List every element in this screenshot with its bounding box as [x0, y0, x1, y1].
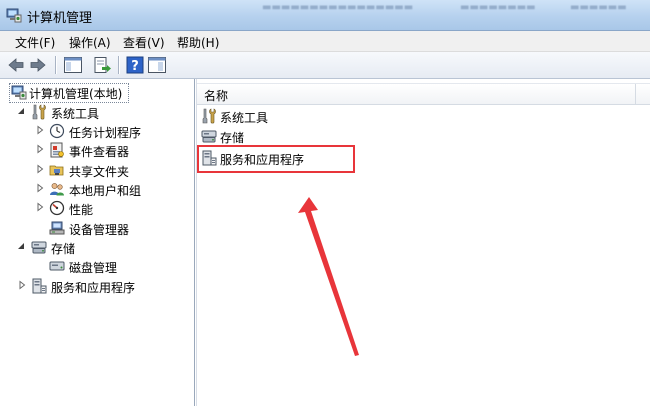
computer-management-icon — [11, 85, 27, 100]
help-icon[interactable]: ? — [125, 55, 145, 75]
tree-label: 系统工具 — [51, 107, 100, 121]
list-item-label: 存储 — [220, 131, 245, 145]
tree-node-disk-management[interactable]: 磁盘管理 — [0, 257, 190, 276]
expand-triangle-icon[interactable] — [35, 164, 45, 174]
event-viewer-icon — [50, 142, 64, 158]
title-bar[interactable]: 计算机管理 ▬▬▬▬▬▬▬▬▬▬▬▬▬▬▬▬ ▬▬▬▬▬▬▬▬ ▬▬▬▬▬▬ — [0, 0, 650, 31]
users-icon — [50, 183, 64, 196]
tree-label: 存储 — [51, 242, 76, 256]
window-title: 计算机管理 — [27, 11, 93, 26]
tree-node-task-scheduler[interactable]: 任务计划程序 — [0, 122, 190, 141]
collapse-triangle-icon[interactable] — [16, 241, 26, 251]
menu-action[interactable]: 操作(A) — [67, 33, 113, 52]
toolbar-separator — [55, 56, 57, 74]
device-manager-icon — [49, 221, 65, 235]
disk-management-icon — [49, 261, 65, 271]
tree-node-root[interactable]: 计算机管理(本地) — [0, 83, 190, 102]
tree-label: 磁盘管理 — [69, 261, 118, 275]
background-blur: ▬▬▬▬▬▬▬▬▬▬▬▬▬▬▬▬ — [262, 2, 414, 13]
tools-icon — [202, 108, 216, 124]
collapse-triangle-icon[interactable] — [16, 106, 26, 116]
toolbar: ? — [0, 52, 650, 79]
tree-node-local-users[interactable]: 本地用户和组 — [0, 180, 190, 199]
column-header-name[interactable]: 名称 — [204, 87, 228, 104]
storage-icon — [31, 241, 47, 254]
back-arrow-icon[interactable] — [6, 55, 26, 75]
tree-node-event-viewer[interactable]: 事件查看器 — [0, 141, 190, 160]
services-icon — [32, 278, 47, 294]
tree-node-device-manager[interactable]: 设备管理器 — [0, 219, 190, 238]
annotation-highlight-box — [197, 145, 355, 173]
svg-text:?: ? — [131, 59, 139, 74]
tree-label: 服务和应用程序 — [51, 281, 136, 295]
storage-icon — [201, 130, 217, 143]
menu-help[interactable]: 帮助(H) — [175, 33, 221, 52]
menu-file[interactable]: 文件(F) — [13, 33, 57, 52]
expand-triangle-icon[interactable] — [17, 280, 27, 290]
expand-triangle-icon[interactable] — [35, 125, 45, 135]
tools-icon — [32, 104, 46, 120]
computer-management-icon — [6, 8, 22, 23]
clock-icon — [49, 123, 65, 139]
column-divider[interactable] — [635, 84, 636, 104]
background-blur: ▬▬▬▬▬▬ — [570, 2, 627, 13]
shared-folder-icon — [49, 165, 64, 176]
tree-node-storage[interactable]: 存储 — [0, 238, 190, 257]
tree-label: 计算机管理(本地) — [29, 87, 123, 101]
tree-node-performance[interactable]: 性能 — [0, 199, 190, 218]
tree-label: 设备管理器 — [69, 223, 130, 237]
list-header: 名称 — [197, 83, 650, 105]
performance-gauge-icon — [49, 200, 65, 216]
expand-triangle-icon[interactable] — [35, 144, 45, 154]
menu-view[interactable]: 查看(V) — [121, 33, 167, 52]
toolbar-separator — [118, 56, 120, 74]
tree-node-shared-folders[interactable]: 共享文件夹 — [0, 161, 190, 180]
list-item-storage[interactable]: 存储 — [201, 127, 401, 145]
export-list-icon[interactable] — [92, 55, 112, 75]
tree-label: 共享文件夹 — [69, 165, 130, 179]
list-item-label: 系统工具 — [220, 111, 269, 125]
tree-label: 性能 — [69, 203, 94, 217]
forward-arrow-icon[interactable] — [28, 55, 48, 75]
tree-label: 事件查看器 — [69, 145, 130, 159]
tree-node-system-tools[interactable]: 系统工具 — [0, 103, 190, 122]
list-item-system-tools[interactable]: 系统工具 — [201, 107, 401, 125]
details-pane[interactable]: 名称 系统工具 存储 服务和应用程序 — [196, 79, 650, 406]
tree-node-services-apps[interactable]: 服务和应用程序 — [0, 277, 190, 296]
console-tree[interactable]: 计算机管理(本地) 系统工具 任务计划程序 事件查看器 共享文件夹 本地用户和组… — [0, 79, 195, 406]
menu-bar: 文件(F) 操作(A) 查看(V) 帮助(H) — [0, 31, 650, 52]
expand-triangle-icon[interactable] — [35, 202, 45, 212]
background-blur: ▬▬▬▬▬▬▬▬ — [460, 2, 536, 13]
show-hide-action-pane-icon[interactable] — [147, 55, 167, 75]
tree-label: 任务计划程序 — [69, 126, 142, 140]
computer-management-window: 计算机管理 ▬▬▬▬▬▬▬▬▬▬▬▬▬▬▬▬ ▬▬▬▬▬▬▬▬ ▬▬▬▬▬▬ 文… — [0, 0, 650, 406]
show-hide-tree-icon[interactable] — [63, 55, 83, 75]
tree-label: 本地用户和组 — [69, 184, 142, 198]
expand-triangle-icon[interactable] — [35, 183, 45, 193]
